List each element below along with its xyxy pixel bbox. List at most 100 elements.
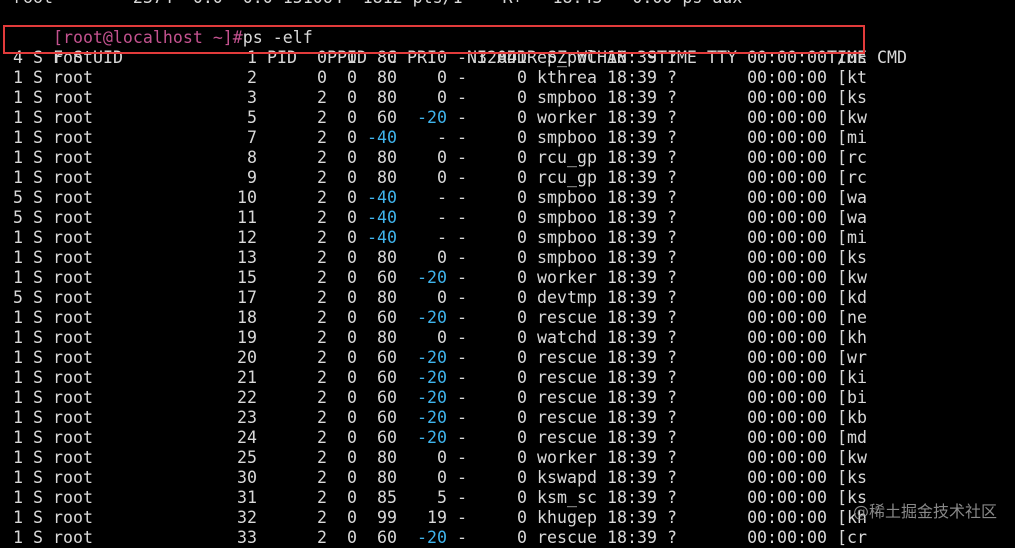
cell-addr: - xyxy=(457,428,467,447)
cell-ni: 0 xyxy=(437,68,447,87)
cell-pid: 10 xyxy=(237,188,257,207)
cell-uid: root xyxy=(53,308,93,327)
cell-ppid: 2 xyxy=(317,268,327,287)
cell-c: 0 xyxy=(347,108,357,127)
table-row: 1 Sroot 22 2 0 60 -20-0 rescue 18:39? 00:00:00 [bi xyxy=(13,388,1015,408)
cell-c: 0 xyxy=(347,348,357,367)
cell-time: 00:00:00 xyxy=(747,368,827,387)
terminal-window[interactable]: root 2374 0.0 0.0 151064 1812 pts/1 R+ 1… xyxy=(13,0,1015,548)
table-row: 1 Sroot 30 2 0 80 0-0 kswapd 18:39? 00:00:00 [ks xyxy=(13,468,1015,488)
table-row: 1 Sroot 9 2 0 80 0-0 rcu_gp 18:39? 00:00:00 [rc xyxy=(13,168,1015,188)
cell-stime: 18:39 xyxy=(607,268,657,287)
cell-sz: 0 xyxy=(517,528,527,547)
cell-tty: ? xyxy=(667,88,677,107)
cell-ni: - xyxy=(437,228,447,247)
cell-pri: 60 xyxy=(377,308,397,327)
cell-ppid: 2 xyxy=(317,188,327,207)
cell-time: 00:00:00 xyxy=(747,228,827,247)
cell-c: 0 xyxy=(347,288,357,307)
cell-uid: root xyxy=(53,368,93,387)
cell-time: 00:00:00 xyxy=(747,68,827,87)
cell-addr: - xyxy=(457,348,467,367)
cell-sz: 0 xyxy=(517,188,527,207)
cell-ni: -20 xyxy=(417,108,447,127)
cell-uid: root xyxy=(53,68,93,87)
cell-tty: ? xyxy=(667,368,677,387)
cell-pri: 60 xyxy=(377,368,397,387)
cell-c: 0 xyxy=(347,148,357,167)
cell-ppid: 2 xyxy=(317,368,327,387)
cell-stime: 18:39 xyxy=(607,488,657,507)
cell-wchan: worker xyxy=(537,448,597,467)
cell-wchan: rcu_gp xyxy=(537,168,597,187)
cell-pid: 19 xyxy=(237,328,257,347)
cell-ni: -20 xyxy=(417,408,447,427)
cell-wchan: smpboo xyxy=(537,128,597,147)
cell-uid: root xyxy=(53,228,93,247)
watermark-text: @稀土掘金技术社区 xyxy=(852,502,997,521)
cell-s: S xyxy=(33,268,43,287)
cell-c: 0 xyxy=(347,308,357,327)
cell-addr: - xyxy=(457,288,467,307)
cell-ni: - xyxy=(437,128,447,147)
cell-addr: - xyxy=(457,148,467,167)
cell-f: 5 xyxy=(13,288,23,307)
table-row: 5 Sroot 17 2 0 80 0-0 devtmp 18:39? 00:00:00 [kd xyxy=(13,288,1015,308)
cell-sz: 0 xyxy=(517,488,527,507)
cell-tty: ? xyxy=(667,308,677,327)
cell-s: S xyxy=(33,128,43,147)
table-row: 5 Sroot 10 2 0 -40 - - 0 smpboo 18:39? 00:00:00 [wa xyxy=(13,188,1015,208)
cell-stime: 18:39 xyxy=(607,348,657,367)
cell-s: S xyxy=(33,428,43,447)
cell-c: 0 xyxy=(347,368,357,387)
cell-pri: 80 xyxy=(377,448,397,467)
cell-s: S xyxy=(33,288,43,307)
cell-time: 00:00:00 xyxy=(747,128,827,147)
cell-addr: - xyxy=(457,368,467,387)
cell-stime: 18:39 xyxy=(607,408,657,427)
cell-f: 5 xyxy=(13,188,23,207)
cell-ni: -20 xyxy=(417,528,447,547)
cell-ni: -20 xyxy=(417,268,447,287)
cell-ni: -20 xyxy=(417,428,447,447)
cell-pri: 99 xyxy=(377,508,397,527)
cell-sz: 0 xyxy=(517,448,527,467)
cell-cmd: [kw xyxy=(837,268,867,287)
cell-stime: 18:39 xyxy=(607,68,657,87)
cell-time: 00:00:00 xyxy=(747,148,827,167)
cell-wchan: watchd xyxy=(537,328,597,347)
cell-uid: root xyxy=(53,88,93,107)
cell-addr: - xyxy=(457,188,467,207)
table-row: 1 Sroot 21 2 0 60 -20- 0 rescue 18:39? 00:00:00 [ki xyxy=(13,368,1015,388)
cell-addr: - xyxy=(457,128,467,147)
cell-tty: ? xyxy=(667,468,677,487)
cell-c: 0 xyxy=(347,328,357,347)
cell-stime: 18:39 xyxy=(607,288,657,307)
cell-tty: ? xyxy=(667,128,677,147)
cell-ppid: 2 xyxy=(317,508,327,527)
cell-s: S xyxy=(33,528,43,547)
cell-tty: ? xyxy=(667,208,677,227)
cell-ppid: 2 xyxy=(317,308,327,327)
cell-tty: ? xyxy=(667,448,677,467)
cell-pid: 32 xyxy=(237,508,257,527)
cell-addr: - xyxy=(457,508,467,527)
cell-c: 0 xyxy=(347,248,357,267)
cell-cmd: [ks xyxy=(837,88,867,107)
cell-s: S xyxy=(33,308,43,327)
cell-f: 1 xyxy=(13,468,23,487)
cell-pri: 60 xyxy=(377,108,397,127)
cell-time: 00:00:00 xyxy=(747,348,827,367)
cell-ni: - xyxy=(437,208,447,227)
cell-time: 00:00:00 xyxy=(747,528,827,547)
cell-tty: ? xyxy=(667,328,677,347)
cell-sz: 0 xyxy=(517,88,527,107)
cell-f: 1 xyxy=(13,428,23,447)
cell-wchan: rescue xyxy=(537,388,597,407)
cell-c: 0 xyxy=(347,408,357,427)
cell-wchan: worker xyxy=(537,268,597,287)
cell-addr: - xyxy=(457,448,467,467)
table-row: 1 Sroot 20 2 0 60 -20-0 rescue 18:39? 00:00:00 [wr xyxy=(13,348,1015,368)
cell-uid: root xyxy=(53,468,93,487)
cell-s: S xyxy=(33,188,43,207)
